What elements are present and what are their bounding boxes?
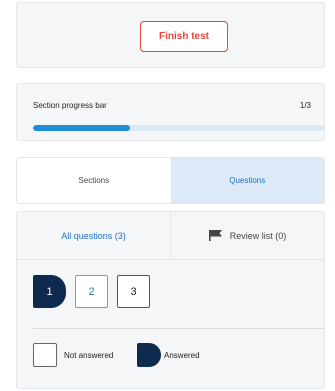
- tab-review-list[interactable]: Review list (0): [171, 212, 324, 259]
- tab-all-questions[interactable]: All questions (3): [17, 212, 171, 259]
- question-button-3[interactable]: 3: [117, 275, 150, 308]
- legend-not-answered-label: Not answered: [64, 351, 114, 360]
- tab-all-questions-label: All questions (3): [61, 230, 126, 241]
- legend-not-answered-swatch: [33, 343, 57, 367]
- tab-questions[interactable]: Questions: [170, 158, 324, 203]
- divider: [33, 328, 324, 329]
- question-button-1[interactable]: 1: [33, 275, 66, 308]
- question-button-2[interactable]: 2: [75, 275, 108, 308]
- finish-test-button[interactable]: Finish test: [140, 21, 228, 52]
- tab-sections[interactable]: Sections: [17, 158, 171, 203]
- tab-review-list-label: Review list (0): [229, 230, 287, 241]
- section-progress-panel: Section progress bar 1/3: [16, 83, 325, 141]
- progress-label: Section progress bar: [33, 101, 107, 110]
- questions-panel: All questions (3) Review list (0) 1 2 3 …: [16, 211, 325, 389]
- progress-track: [33, 125, 324, 131]
- progress-fill: [33, 125, 130, 131]
- flag-icon: [208, 230, 222, 241]
- legend-answered-label: Answered: [164, 351, 200, 360]
- question-filter-tabs: All questions (3) Review list (0): [17, 212, 324, 260]
- view-tabs: Sections Questions: [16, 157, 325, 204]
- finish-panel: Finish test: [16, 2, 325, 68]
- progress-count: 1/3: [299, 101, 311, 110]
- legend-answered-swatch: [137, 343, 161, 367]
